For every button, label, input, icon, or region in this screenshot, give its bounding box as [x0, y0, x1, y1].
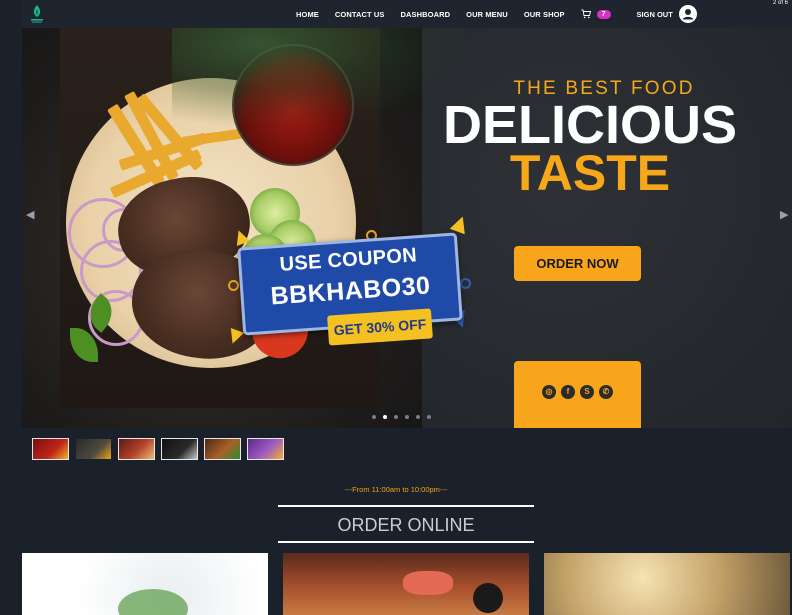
- section-divider-bottom: [278, 541, 534, 543]
- sign-out-label: SIGN OUT: [636, 9, 673, 19]
- social-links-card: ◎ f S ✆: [514, 361, 641, 428]
- user-avatar-icon[interactable]: [678, 5, 697, 23]
- carousel-dot[interactable]: [405, 415, 409, 419]
- food-photo-image: [118, 589, 188, 615]
- decor-circle-icon: [228, 280, 239, 291]
- carousel-dot[interactable]: [427, 415, 431, 419]
- carousel-dot[interactable]: [416, 415, 420, 419]
- top-nav: HOME CONTACT US DASHBOARD OUR MENU OUR S…: [22, 0, 792, 28]
- hero-carousel: USE COUPON BBKHABO30 GET 30% OFF THE BES…: [22, 28, 792, 428]
- nav-home[interactable]: HOME: [296, 10, 319, 19]
- cart-count-badge: 7: [596, 9, 611, 19]
- carousel-indicators: [372, 415, 438, 419]
- carousel-next-arrow-icon[interactable]: ▶: [780, 208, 788, 221]
- thumbnail-1[interactable]: [32, 438, 69, 460]
- menu-card-2[interactable]: [283, 553, 529, 615]
- thumbnail-3[interactable]: [118, 438, 155, 460]
- opening-hours: ---From 11:00am to 10:00pm---: [344, 485, 448, 494]
- thumbnail-2[interactable]: [75, 438, 112, 460]
- facebook-icon[interactable]: f: [561, 385, 575, 399]
- menu-card-1[interactable]: [22, 553, 268, 615]
- hero-title-line2: TASTE: [509, 145, 671, 201]
- menu-card-3[interactable]: [544, 553, 790, 615]
- page-left-margin: [0, 0, 22, 615]
- social-icons-row: ◎ f S ✆: [542, 385, 618, 399]
- food-photo-image: [403, 571, 453, 595]
- section-divider-top: [278, 505, 534, 507]
- cart-icon: [581, 9, 591, 19]
- skype-icon[interactable]: S: [580, 385, 594, 399]
- thumbnail-6[interactable]: [247, 438, 284, 460]
- carousel-dot-active[interactable]: [383, 415, 387, 419]
- slide-counter: 2 of 6: [772, 0, 788, 6]
- sign-out-button[interactable]: SIGN OUT: [637, 5, 697, 23]
- nav-dashboard[interactable]: DASHBOARD: [401, 10, 451, 19]
- whatsapp-icon[interactable]: ✆: [599, 385, 613, 399]
- carousel-dot[interactable]: [394, 415, 398, 419]
- thumbnail-4[interactable]: [161, 438, 198, 460]
- carousel-prev-arrow-icon[interactable]: ◀: [26, 208, 34, 221]
- decor-circle-icon: [460, 278, 471, 289]
- nav-contact-us[interactable]: CONTACT US: [335, 10, 385, 19]
- cart-button[interactable]: 7: [581, 9, 611, 19]
- nav-our-menu[interactable]: OUR MENU: [466, 10, 508, 19]
- carousel-thumbnails: [32, 438, 290, 460]
- thumbnail-5[interactable]: [204, 438, 241, 460]
- instagram-icon[interactable]: ◎: [542, 385, 556, 399]
- nav-links: HOME CONTACT US DASHBOARD OUR MENU OUR S…: [296, 0, 697, 28]
- decor-triangle-icon: [449, 213, 471, 235]
- order-now-button[interactable]: ORDER NOW: [514, 246, 641, 281]
- section-title: ORDER ONLINE: [337, 515, 475, 535]
- food-photo-image: [473, 583, 503, 613]
- nav-our-shop[interactable]: OUR SHOP: [524, 10, 565, 19]
- logo-icon[interactable]: [26, 3, 48, 25]
- carousel-dot[interactable]: [372, 415, 376, 419]
